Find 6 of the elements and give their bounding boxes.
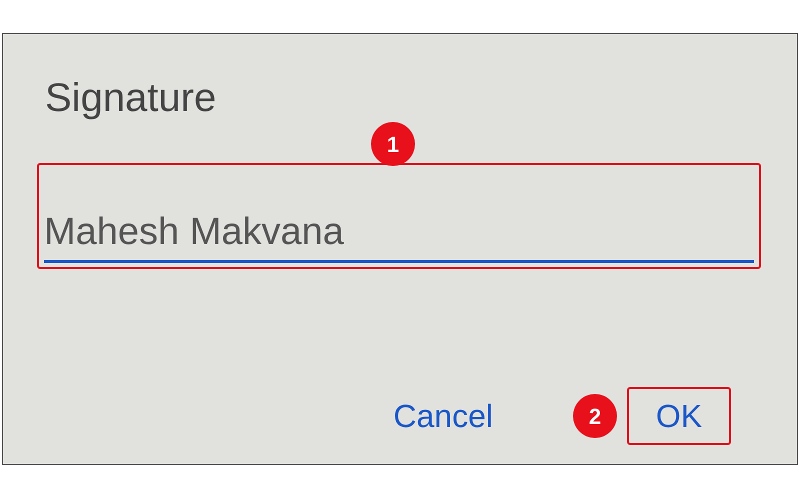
cancel-button[interactable]: Cancel <box>373 387 513 445</box>
ok-button[interactable]: OK <box>627 387 731 445</box>
step-marker: 1 <box>371 122 415 166</box>
signature-field[interactable]: Mahesh Makvana <box>37 163 761 269</box>
step-marker: 2 <box>573 394 617 438</box>
dialog-title: Signature <box>45 75 216 122</box>
